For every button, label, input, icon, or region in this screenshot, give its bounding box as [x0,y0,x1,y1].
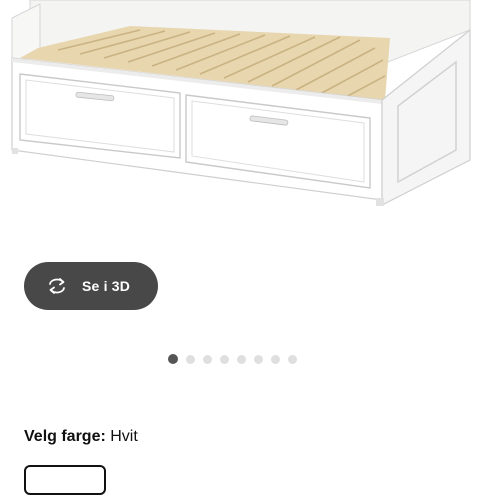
carousel-dot[interactable] [220,354,229,364]
view-in-3d-label: Se i 3D [82,278,131,294]
bed-leg-right [376,198,384,206]
color-selection-value: Hvit [110,428,138,445]
color-selection-row: Velg farge: Hvit [24,428,138,446]
carousel-dot[interactable] [186,354,195,364]
carousel-dot[interactable] [203,354,212,364]
carousel-dot[interactable] [288,354,297,364]
carousel-dot[interactable] [254,354,263,364]
carousel-dot[interactable] [237,354,246,364]
product-image [11,0,471,206]
carousel-dot[interactable] [271,354,280,364]
color-selection-label: Velg farge: [24,428,111,445]
view-in-3d-button[interactable]: Se i 3D [24,262,158,310]
rotate-3d-icon [46,275,68,297]
carousel-pagination [168,354,297,364]
carousel-dot[interactable] [168,354,178,364]
color-swatch-selected[interactable] [24,465,106,495]
bed-leg-left [12,148,18,154]
